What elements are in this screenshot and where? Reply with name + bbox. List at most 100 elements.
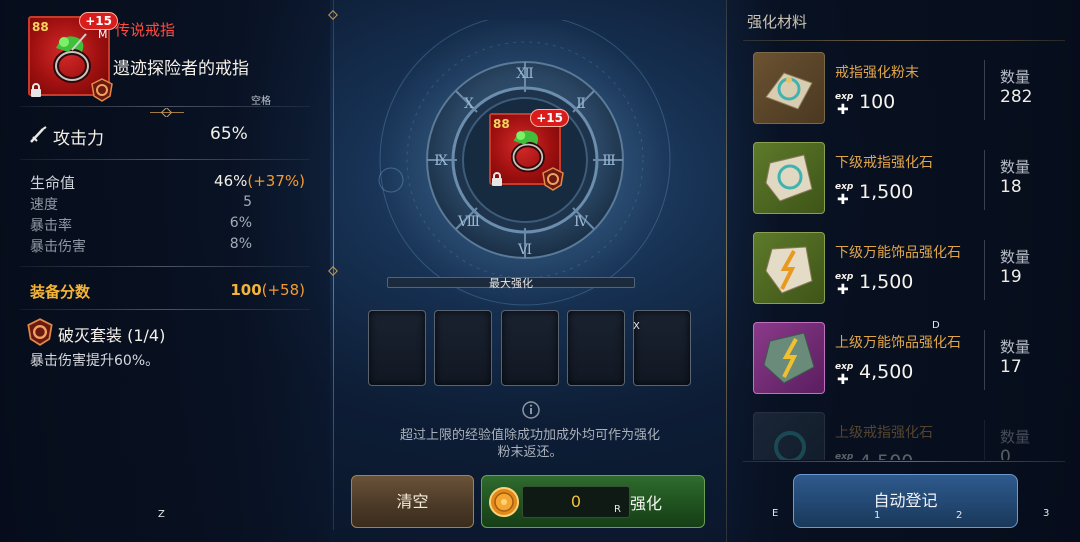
auto-register-label: 自动登记 xyxy=(873,491,938,510)
exp-tag: exp xyxy=(835,182,854,192)
preview-item-icon[interactable]: 88 +15 xyxy=(489,109,569,191)
stat-label-crit-rate: 暴击率 xyxy=(30,218,72,234)
quantity-label: 数量 xyxy=(1000,248,1031,266)
material-slot-2[interactable] xyxy=(434,310,492,386)
gold-coin-icon xyxy=(489,487,519,517)
plus-icon: ✚ xyxy=(837,102,849,118)
material-exp: 100 xyxy=(859,91,896,113)
material-row[interactable]: 下级戒指强化石 exp ✚ 1,500 数量 18 xyxy=(727,134,1080,224)
svg-text:Ⅱ: Ⅱ xyxy=(576,96,586,112)
material-exp: 4,500 xyxy=(859,451,913,460)
key-hint-2: 2 xyxy=(956,510,963,521)
slot-close-marker[interactable]: X xyxy=(633,321,640,332)
quantity-value: 282 xyxy=(1000,87,1033,107)
svg-text:Ⅸ: Ⅸ xyxy=(434,153,448,169)
material-name: 上级戒指强化石 xyxy=(835,425,933,441)
item-info-panel: 88 +15 M 传说戒指 遗迹探险者的戒指 空格 攻击力 65% 生命值 46… xyxy=(0,0,330,542)
material-icon xyxy=(753,322,825,394)
set-effect: 暴击伤害提升60%。 xyxy=(30,353,160,369)
material-icon xyxy=(753,52,825,124)
score-value: 100 xyxy=(230,281,262,299)
hp-bonus: (+37%) xyxy=(247,172,305,190)
material-slot-5[interactable] xyxy=(633,310,691,386)
item-category: 传说戒指 xyxy=(115,21,176,39)
divider xyxy=(984,150,985,210)
quantity-label: 数量 xyxy=(1000,68,1031,86)
info-icon[interactable] xyxy=(522,401,540,419)
material-row[interactable]: 上级戒指强化石 exp ✚ 4,500 数量 0 xyxy=(727,404,1080,460)
preview-enhance-badge: +15 xyxy=(530,109,569,127)
divider xyxy=(984,420,985,460)
quantity-label: 数量 xyxy=(1000,338,1031,356)
enhance-button[interactable]: 0 R 强化 xyxy=(481,475,705,528)
stat-value-speed: 5 xyxy=(243,194,252,210)
grade-marker: M xyxy=(98,28,108,41)
clear-button[interactable]: 清空 xyxy=(351,475,474,528)
empty-slot-label: 空格 xyxy=(251,96,271,107)
quantity-label: 数量 xyxy=(1000,428,1031,446)
attack-value: 65% xyxy=(210,124,248,144)
quantity-value: 17 xyxy=(1000,357,1022,377)
accessory-stone-icon xyxy=(765,246,813,294)
set-emblem-icon xyxy=(542,167,564,191)
divider xyxy=(20,309,310,310)
info-text-line-1: 超过上限的经验值除成功加成外均可作为强化 xyxy=(399,428,660,443)
material-name: 戒指强化粉末 xyxy=(835,65,919,81)
divider xyxy=(984,240,985,300)
gear-score-label: 装备分数 xyxy=(30,283,91,301)
lock-icon xyxy=(31,83,41,97)
set-icon xyxy=(27,318,53,346)
material-name: 下级万能饰品强化石 xyxy=(835,245,961,261)
svg-text:Ⅲ: Ⅲ xyxy=(602,153,616,169)
material-slot-4[interactable] xyxy=(567,310,625,386)
gear-score-value: 100(+58) xyxy=(205,281,305,299)
exp-tag: exp xyxy=(835,362,854,372)
auto-register-button[interactable]: 自动登记 xyxy=(793,474,1018,528)
ring-stone-icon xyxy=(765,154,813,202)
material-exp: 4,500 xyxy=(859,361,914,383)
item-icon[interactable]: 88 +15 M xyxy=(28,12,118,102)
divider xyxy=(20,266,310,267)
divider-gem xyxy=(327,262,339,276)
svg-text:Ⅹ: Ⅹ xyxy=(464,96,474,112)
stat-label-hp: 生命值 xyxy=(30,174,76,192)
materials-panel: 强化材料 戒指强化粉末 exp ✚ 100 数量 282 下级戒指强化石 exp… xyxy=(727,0,1080,542)
stat-value-crit-rate: 6% xyxy=(229,215,252,231)
material-row[interactable]: 上级万能饰品强化石 exp ✚ 4,500 数量 17 xyxy=(727,314,1080,404)
title-divider xyxy=(743,40,1065,41)
svg-text:Ⅳ: Ⅳ xyxy=(574,214,589,230)
divider xyxy=(984,330,985,390)
superior-ring-stone-icon xyxy=(774,431,806,460)
exp-tag: exp xyxy=(835,92,854,102)
svg-text:Ⅷ: Ⅷ xyxy=(457,214,480,230)
stat-value-hp: 46%(+37%) xyxy=(205,172,305,190)
material-icon xyxy=(753,232,825,304)
info-text: 超过上限的经验值除成功加成外均可作为强化 粉末返还。 xyxy=(360,427,700,461)
material-icon xyxy=(753,412,825,460)
material-row[interactable]: 下级万能饰品强化石 exp ✚ 1,500 数量 19 xyxy=(727,224,1080,314)
exp-tag: exp xyxy=(835,272,854,282)
set-emblem-icon xyxy=(91,78,113,102)
quantity-value: 18 xyxy=(1000,177,1022,197)
material-slot-3[interactable] xyxy=(501,310,559,386)
material-list[interactable]: 戒指强化粉末 exp ✚ 100 数量 282 下级戒指强化石 exp ✚ 1,… xyxy=(727,44,1080,460)
quantity-value: 19 xyxy=(1000,267,1022,287)
stat-label-speed: 速度 xyxy=(30,197,58,213)
material-exp: 1,500 xyxy=(859,181,914,203)
material-icon xyxy=(753,142,825,214)
quantity-value: 0 xyxy=(1000,447,1011,460)
material-exp: 1,500 xyxy=(859,271,914,293)
plus-icon: ✚ xyxy=(837,372,849,388)
key-hint-1: 1 xyxy=(874,510,881,521)
enhance-button-label: 强化 xyxy=(630,494,663,513)
material-slot-1[interactable] xyxy=(368,310,426,386)
material-name: 下级戒指强化石 xyxy=(835,155,933,171)
lock-icon xyxy=(492,172,502,186)
quantity-label: 数量 xyxy=(1000,158,1031,176)
key-hint-e: E xyxy=(772,508,779,519)
hp-value: 46% xyxy=(214,172,248,190)
info-text-line-2: 粉末返还。 xyxy=(497,445,563,460)
material-name: 上级万能饰品强化石 xyxy=(835,335,961,351)
material-row[interactable]: 戒指强化粉末 exp ✚ 100 数量 282 xyxy=(727,44,1080,134)
divider xyxy=(984,60,985,120)
